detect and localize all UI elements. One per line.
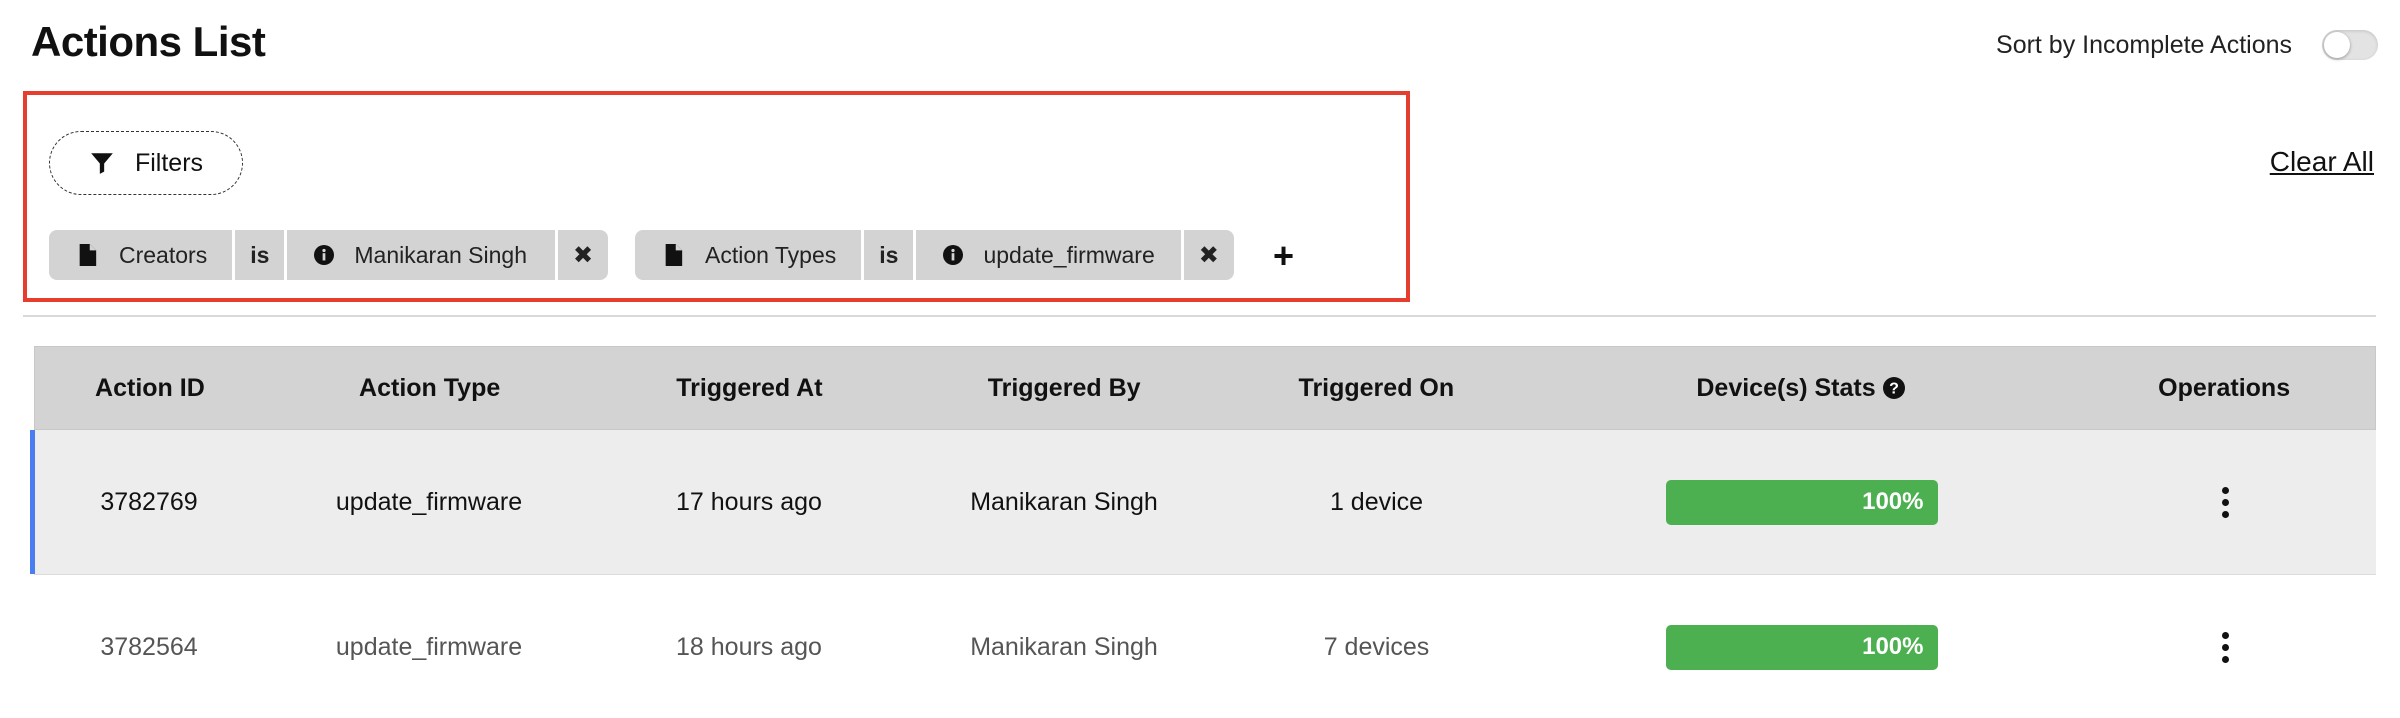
header-triggered-by[interactable]: Triggered By [904,374,1224,403]
remove-filter-icon[interactable]: ✖ [558,230,608,280]
toggle-knob [2324,32,2350,58]
page-title: Actions List [31,18,266,65]
info-icon [943,245,964,265]
document-icon [79,244,97,266]
chip-value[interactable]: Manikaran Singh [287,230,555,280]
cell-operations [2074,631,2376,663]
cell-triggered-at: 18 hours ago [676,632,822,661]
cell-triggered-by: Manikaran Singh [970,487,1158,516]
more-options-icon[interactable] [2221,486,2229,518]
actions-table: Action ID Action Type Triggered At Trigg… [30,346,2376,718]
filter-chip-action-types: Action Types is update_firmware ✖ [635,230,1234,280]
chip-field[interactable]: Creators [49,230,233,280]
header-action-type[interactable]: Action Type [265,374,595,403]
sort-toggle[interactable] [2322,30,2378,60]
remove-filter-icon[interactable]: ✖ [1183,230,1234,280]
filters-button-label: Filters [134,148,204,177]
cell-device-stats: 100% [1529,479,2074,525]
info-icon [314,245,335,265]
filter-chip-creators: Creators is Manikaran Singh ✖ [49,230,608,280]
header-device-stats[interactable]: Device(s) Stats ? [1529,374,2074,403]
table-row[interactable]: 3782564 update_firmware 18 hours ago Man… [34,575,2376,718]
clear-all-link[interactable]: Clear All [2270,146,2374,178]
header-triggered-on[interactable]: Triggered On [1224,374,1529,403]
chip-field[interactable]: Action Types [635,230,862,280]
divider [23,315,2376,317]
header-device-stats-label: Device(s) Stats [1696,373,1876,402]
cell-triggered-at: 17 hours ago [676,487,822,516]
progress-bar[interactable]: 100% [1665,624,1938,670]
chip-operator[interactable]: is [235,230,285,280]
table-header: Action ID Action Type Triggered At Trigg… [34,346,2376,430]
cell-triggered-on: 1 device [1329,487,1424,516]
filters-button[interactable]: Filters [49,131,243,195]
chip-value[interactable]: update_firmware [916,230,1181,280]
chip-value-label: update_firmware [983,241,1155,268]
header-operations: Operations [2158,373,2291,402]
more-options-icon[interactable] [2221,631,2229,663]
table-row[interactable]: 3782769 update_firmware 17 hours ago Man… [30,430,2376,575]
cell-action-id: 3782769 [100,487,198,516]
cell-operations [2074,486,2376,518]
cell-triggered-by: Manikaran Singh [970,632,1158,661]
sort-toggle-group: Sort by Incomplete Actions [1996,30,2378,60]
document-icon [665,244,683,266]
help-icon[interactable]: ? [1882,376,1906,400]
cell-action-type: update_firmware [335,487,523,516]
cell-action-type: update_firmware [335,632,523,661]
add-filter-button[interactable]: + [1273,238,1294,274]
chip-value-label: Manikaran Singh [354,241,527,268]
header-action-id[interactable]: Action ID [35,374,265,403]
chip-operator[interactable]: is [864,230,914,280]
progress-bar[interactable]: 100% [1665,479,1938,525]
cell-device-stats: 100% [1529,624,2074,670]
chip-field-label: Creators [119,241,208,268]
filter-icon [91,153,113,174]
cell-triggered-on: 7 devices [1323,632,1430,661]
chip-field-label: Action Types [705,241,837,268]
header-triggered-at[interactable]: Triggered At [595,374,905,403]
svg-text:?: ? [1889,381,1899,398]
sort-label: Sort by Incomplete Actions [1996,30,2292,59]
cell-action-id: 3782564 [100,632,198,661]
